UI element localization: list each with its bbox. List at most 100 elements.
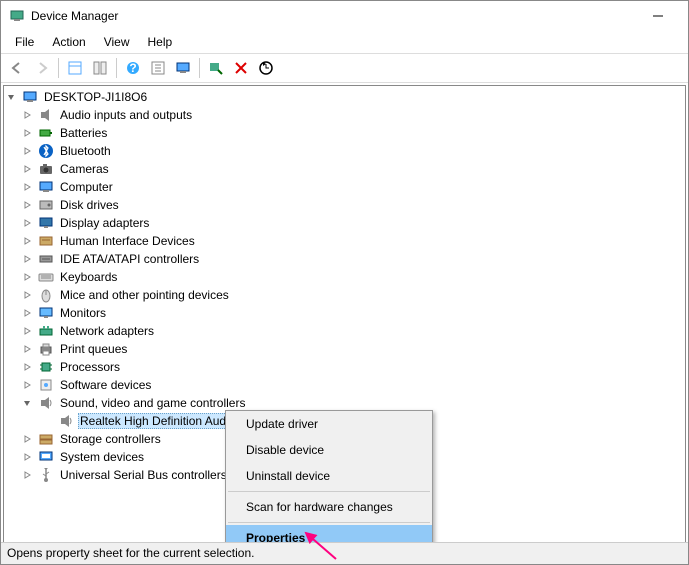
expand-icon[interactable] — [22, 380, 38, 390]
update-button[interactable] — [254, 56, 278, 80]
remove-button[interactable] — [229, 56, 253, 80]
network-icon — [38, 323, 54, 339]
collapse-icon[interactable] — [22, 398, 38, 408]
tree-node[interactable]: Monitors — [4, 304, 685, 322]
sound-icon — [58, 413, 74, 429]
keyboard-icon — [38, 269, 54, 285]
scan-button[interactable] — [204, 56, 228, 80]
tree-node-label: DESKTOP-JI1I8O6 — [42, 89, 149, 105]
properties-button[interactable] — [88, 56, 112, 80]
expand-icon[interactable] — [22, 110, 38, 120]
storage-icon — [38, 431, 54, 447]
context-menu-item[interactable]: Scan for hardware changes — [226, 494, 432, 520]
context-menu-separator — [228, 491, 430, 492]
tree-node[interactable]: Batteries — [4, 124, 685, 142]
toolbar-separator — [199, 58, 200, 78]
expand-icon[interactable] — [22, 434, 38, 444]
tree-node[interactable]: Human Interface Devices — [4, 232, 685, 250]
tree-node-label: Storage controllers — [58, 431, 163, 447]
svg-text:?: ? — [129, 61, 136, 75]
printer-icon — [38, 341, 54, 357]
tree-node[interactable]: Software devices — [4, 376, 685, 394]
menubar: File Action View Help — [1, 31, 688, 53]
expand-icon[interactable] — [22, 290, 38, 300]
expand-icon[interactable] — [22, 218, 38, 228]
show-hide-button[interactable] — [63, 56, 87, 80]
expand-icon[interactable] — [22, 236, 38, 246]
tree-node[interactable]: Network adapters — [4, 322, 685, 340]
menu-help[interactable]: Help — [140, 33, 181, 51]
tree-node[interactable]: Mice and other pointing devices — [4, 286, 685, 304]
context-menu-item[interactable]: Disable device — [226, 437, 432, 463]
cpu-icon — [38, 359, 54, 375]
computer-button[interactable] — [171, 56, 195, 80]
tree-node[interactable]: Bluetooth — [4, 142, 685, 160]
titlebar: Device Manager — [1, 1, 688, 31]
tree-node[interactable]: Computer — [4, 178, 685, 196]
tree-node[interactable]: Print queues — [4, 340, 685, 358]
toolbar-separator — [116, 58, 117, 78]
expand-icon[interactable] — [22, 326, 38, 336]
expand-icon[interactable] — [22, 344, 38, 354]
tree-node-label: Cameras — [58, 161, 111, 177]
context-menu-separator — [228, 522, 430, 523]
tree-node-label: Computer — [58, 179, 115, 195]
camera-icon — [38, 161, 54, 177]
minimize-button[interactable] — [635, 1, 680, 31]
tree-node[interactable]: Keyboards — [4, 268, 685, 286]
tree-node[interactable]: Display adapters — [4, 214, 685, 232]
tree-node[interactable]: DESKTOP-JI1I8O6 — [4, 88, 685, 106]
software-icon — [38, 377, 54, 393]
ide-icon — [38, 251, 54, 267]
usb-icon — [38, 467, 54, 483]
sound-icon — [38, 395, 54, 411]
forward-button[interactable] — [30, 56, 54, 80]
mouse-icon — [38, 287, 54, 303]
expand-icon[interactable] — [22, 470, 38, 480]
tree-node-label: Software devices — [58, 377, 153, 393]
statusbar-text: Opens property sheet for the current sel… — [7, 546, 254, 560]
tree-node-label: System devices — [58, 449, 146, 465]
menu-view[interactable]: View — [96, 33, 138, 51]
collapse-icon[interactable] — [6, 92, 22, 102]
expand-icon[interactable] — [22, 146, 38, 156]
tree-node[interactable]: Processors — [4, 358, 685, 376]
menu-action[interactable]: Action — [44, 33, 93, 51]
bluetooth-icon — [38, 143, 54, 159]
context-menu-item[interactable]: Update driver — [226, 411, 432, 437]
disk-icon — [38, 197, 54, 213]
tree-node-label: Processors — [58, 359, 122, 375]
context-menu-item[interactable]: Uninstall device — [226, 463, 432, 489]
tree-node-label: Sound, video and game controllers — [58, 395, 247, 411]
tree-node-label: IDE ATA/ATAPI controllers — [58, 251, 201, 267]
menu-file[interactable]: File — [7, 33, 42, 51]
tree-node[interactable]: Cameras — [4, 160, 685, 178]
expand-icon[interactable] — [22, 254, 38, 264]
toolbar: ? — [1, 53, 688, 83]
back-button[interactable] — [5, 56, 29, 80]
expand-icon[interactable] — [22, 200, 38, 210]
toolbar-separator — [58, 58, 59, 78]
expand-icon[interactable] — [22, 272, 38, 282]
tree-node[interactable]: Audio inputs and outputs — [4, 106, 685, 124]
action-button[interactable] — [146, 56, 170, 80]
expand-icon[interactable] — [22, 362, 38, 372]
tree-node-label: Realtek High Definition Audio — [78, 413, 237, 429]
computer-icon — [38, 179, 54, 195]
expand-icon[interactable] — [22, 308, 38, 318]
tree-node-label: Bluetooth — [58, 143, 113, 159]
tree-node[interactable]: IDE ATA/ATAPI controllers — [4, 250, 685, 268]
expand-icon[interactable] — [22, 164, 38, 174]
battery-icon — [38, 125, 54, 141]
tree-node[interactable]: Disk drives — [4, 196, 685, 214]
statusbar: Opens property sheet for the current sel… — [1, 542, 688, 564]
speaker-icon — [38, 107, 54, 123]
expand-icon[interactable] — [22, 182, 38, 192]
expand-icon[interactable] — [22, 128, 38, 138]
expand-icon[interactable] — [22, 452, 38, 462]
help-button[interactable]: ? — [121, 56, 145, 80]
hid-icon — [38, 233, 54, 249]
tree-node-label: Human Interface Devices — [58, 233, 197, 249]
tree-node-label: Print queues — [58, 341, 129, 357]
tree-node-label: Mice and other pointing devices — [58, 287, 231, 303]
